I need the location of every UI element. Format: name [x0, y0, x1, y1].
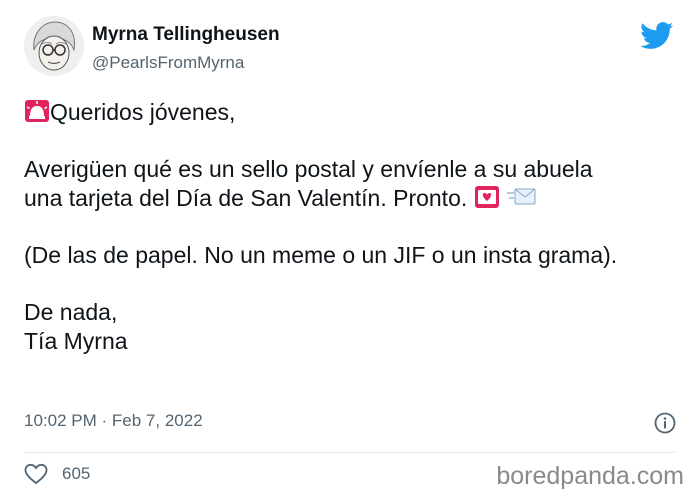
tweet-date: Feb 7, 2022	[111, 411, 203, 430]
author-block: Myrna Tellingheusen @PearlsFromMyrna	[92, 24, 280, 74]
meta-separator: ·	[101, 411, 108, 430]
like-count: 605	[62, 464, 91, 483]
twitter-bird-icon[interactable]	[640, 22, 674, 50]
love-letter-emoji-icon	[474, 186, 499, 208]
greeting-text: Queridos jóvenes,	[50, 99, 236, 125]
tweet-time: 10:02 PM	[24, 411, 97, 430]
tweet-line-4: (De las de papel. No un meme o un JIF o …	[24, 242, 618, 268]
incoming-envelope-emoji-icon	[507, 188, 536, 205]
tweet-line-1: Queridos jóvenes,	[24, 98, 684, 127]
heart-icon[interactable]	[24, 463, 48, 485]
info-icon[interactable]	[654, 412, 676, 434]
avatar[interactable]	[24, 16, 84, 76]
tweet-card: Myrna Tellingheusen @PearlsFromMyrna Que…	[0, 0, 700, 502]
tweet-text: Queridos jóvenes, Averigüen qué es un se…	[24, 98, 684, 356]
author-name[interactable]: Myrna Tellingheusen	[92, 24, 280, 46]
author-handle[interactable]: @PearlsFromMyrna	[92, 52, 280, 74]
elderly-woman-avatar-icon	[24, 16, 84, 76]
tweet-timestamp[interactable]: 10:02 PM · Feb 7, 2022	[24, 411, 203, 431]
tweet-line-6: Tía Myrna	[24, 328, 128, 354]
tweet-line-3-text: una tarjeta del Día de San Valentín. Pro…	[24, 185, 468, 211]
tweet-line-2: Averigüen qué es un sello postal y envíe…	[24, 156, 593, 182]
tweet-line-3: una tarjeta del Día de San Valentín. Pro…	[24, 184, 684, 213]
divider	[24, 452, 676, 453]
rotating-light-emoji-icon	[25, 100, 49, 122]
like-action[interactable]: 605	[24, 463, 90, 485]
watermark: boredpanda.com	[496, 462, 684, 490]
tweet-line-5: De nada,	[24, 299, 118, 325]
